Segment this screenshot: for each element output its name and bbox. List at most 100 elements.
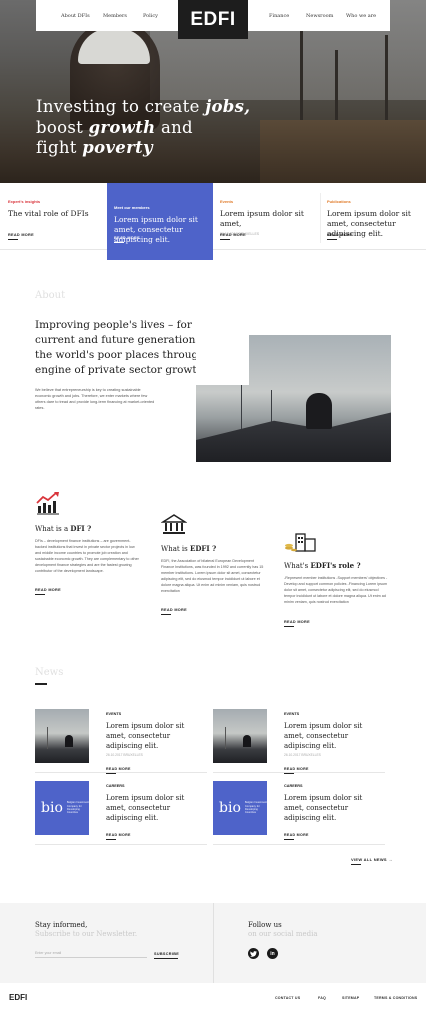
news-section-label: News <box>35 667 64 678</box>
card-title: Lorem ipsum dolor sit amet, <box>220 209 304 228</box>
bio-tagline: Belgian Investment Company for Developin… <box>66 801 89 815</box>
follow-title: Follow us <box>248 921 282 929</box>
read-more-link[interactable]: READ MORE <box>106 767 131 774</box>
hero-text: and <box>155 117 193 137</box>
column-title: What is EDFI ? <box>161 544 267 553</box>
rock-silhouette <box>196 412 391 462</box>
news-item[interactable]: EVENTS Lorem ipsum dolor sit amet, conse… <box>213 709 385 774</box>
read-more-link[interactable]: READ MORE <box>284 833 309 840</box>
edfi-logo[interactable]: EDFI <box>178 0 248 39</box>
view-all-news-link[interactable]: VIEW ALL NEWS → <box>351 857 393 865</box>
linkedin-icon[interactable]: in <box>267 948 278 959</box>
bio-logo-thumbnail: bio Belgian Investment Company for Develo… <box>213 781 267 835</box>
read-more-link[interactable]: READ MORE <box>161 608 187 616</box>
subscribe-button[interactable]: SUBSCRIBE <box>154 952 179 959</box>
read-more-link[interactable]: READ MORE <box>284 767 309 774</box>
news-item[interactable]: bio Belgian Investment Company for Develo… <box>213 781 385 845</box>
column-body: EDFI, the Association of bilateral Europ… <box>161 559 264 593</box>
worker-silhouette <box>306 393 332 429</box>
wind-turbine <box>47 727 48 749</box>
divider <box>213 903 214 983</box>
what-is-edfi-column: What is EDFI ? EDFI, the Association of … <box>161 514 267 616</box>
card-category: Meet our members <box>114 205 150 210</box>
what-is-dfi-column: What is a DFI ? DFIs – development finan… <box>35 490 141 596</box>
footer-contact-us[interactable]: CONTACT US <box>275 996 300 1000</box>
bio-logo-text: bio <box>41 800 63 816</box>
nav-newsroom[interactable]: Newsroom <box>306 13 333 19</box>
featured-cards: Expert's insights The vital role of DFIs… <box>0 183 426 260</box>
news-item[interactable]: EVENTS Lorem ipsum dolor sit amet, conse… <box>35 709 207 775</box>
footer-terms[interactable]: TERMS & CONDITIONS <box>374 996 417 1000</box>
nav-finance[interactable]: Finance <box>269 13 289 19</box>
read-more-link[interactable]: READ MORE <box>220 233 246 240</box>
read-more-link[interactable]: READ MORE <box>106 833 131 840</box>
hero-emphasis: poverty <box>82 138 153 157</box>
growth-chart-icon <box>36 492 59 515</box>
read-more-link[interactable]: READ MORE <box>8 233 34 240</box>
read-more-link[interactable]: READ MORE <box>114 236 140 243</box>
card-meet-members[interactable]: Meet our members Lorem ipsum dolor sit a… <box>107 183 213 260</box>
column-title: What's EDFI's role ? <box>284 561 390 570</box>
bio-tagline: Belgian Investment Company for Developin… <box>244 801 267 815</box>
footer-sitemap[interactable]: SITEMAP <box>342 996 359 1000</box>
news-item[interactable]: bio Belgian Investment Company for Develo… <box>35 781 207 845</box>
card-title: Lorem ipsum dolor sit amet, consectetur … <box>114 215 198 244</box>
news-category: EVENTS <box>106 712 122 716</box>
title-text: What is <box>161 545 190 553</box>
column-body: -Represent member institutions -Support … <box>284 576 388 604</box>
worker-silhouette <box>243 735 251 747</box>
card-category: Expert's insights <box>8 199 41 204</box>
about-section-label: About <box>35 290 66 301</box>
news-body: CAREERS Lorem ipsum dolor sit amet, cons… <box>284 784 384 841</box>
linkedin-glyph: in <box>270 950 275 957</box>
email-input[interactable]: Enter your email <box>35 951 147 958</box>
card-experts-insights[interactable]: Expert's insights The vital role of DFIs… <box>0 183 106 250</box>
edfi-role-column: What's EDFI's role ? -Represent member i… <box>284 531 390 628</box>
nav-policy[interactable]: Policy <box>143 13 158 19</box>
read-more-link[interactable]: READ MORE <box>327 233 353 240</box>
card-title: The vital role of DFIs <box>8 209 89 218</box>
nav-about-dfis[interactable]: About DFIs <box>61 13 90 19</box>
wind-turbine <box>225 727 226 749</box>
logo-text: EDFI <box>190 8 236 30</box>
news-category: EVENTS <box>284 712 300 716</box>
news-title: Lorem ipsum dolor sit amet, consectetur … <box>284 722 363 750</box>
newsletter-subtitle: Subscribe to our Newsletter. <box>35 930 138 938</box>
card-events[interactable]: Events Lorem ipsum dolor sit amet, 26.10… <box>213 183 319 250</box>
nav-who-we-are[interactable]: Who we are <box>346 13 376 19</box>
read-more-link[interactable]: READ MORE <box>284 620 310 627</box>
bio-logo-text: bio <box>219 800 241 816</box>
title-text: What's <box>284 562 311 570</box>
follow-subtitle: on our social media <box>248 930 318 938</box>
card-category: Events <box>220 199 234 204</box>
news-underline <box>35 683 47 685</box>
worker-silhouette <box>65 735 73 747</box>
hero-text: boost <box>36 117 89 137</box>
footer-faq[interactable]: FAQ <box>318 996 326 1000</box>
hero-text: Investing to create <box>36 97 206 116</box>
hero-headline: Investing to create jobs, boost growth a… <box>36 97 250 159</box>
hero-emphasis: jobs, <box>205 97 251 116</box>
news-title: Lorem ipsum dolor sit amet, consectetur … <box>106 794 185 822</box>
read-more-link[interactable]: READ MORE <box>35 588 61 596</box>
card-category: Publications <box>327 199 351 204</box>
news-category: CAREERS <box>106 784 125 788</box>
news-title: Lorem ipsum dolor sit amet, consectetur … <box>284 794 363 822</box>
hero-text: fight <box>36 138 83 157</box>
bio-logo-thumbnail: bio Belgian Investment Company for Develo… <box>35 781 89 835</box>
card-publications[interactable]: Publications Lorem ipsum dolor sit amet,… <box>320 183 426 250</box>
column-title: What is a DFI ? <box>35 524 141 533</box>
footer-logo[interactable]: EDFI <box>9 993 27 1002</box>
news-thumbnail <box>213 709 267 763</box>
column-body: DFIs – development finance institutions … <box>35 539 139 573</box>
about-body: We believe that entrepreneurship is key … <box>35 388 155 410</box>
news-meta: 26.10.2017 BRUXELLES <box>106 753 143 757</box>
twitter-bird-glyph <box>250 950 257 957</box>
news-body: EVENTS Lorem ipsum dolor sit amet, conse… <box>106 712 206 775</box>
news-category: CAREERS <box>284 784 303 788</box>
twitter-icon[interactable] <box>248 948 259 959</box>
city-coins-icon <box>285 533 316 552</box>
top-navigation: About DFIs Members Policy EDFI Finance N… <box>36 0 390 39</box>
newsletter-social-band <box>0 903 426 983</box>
nav-members[interactable]: Members <box>103 13 127 19</box>
